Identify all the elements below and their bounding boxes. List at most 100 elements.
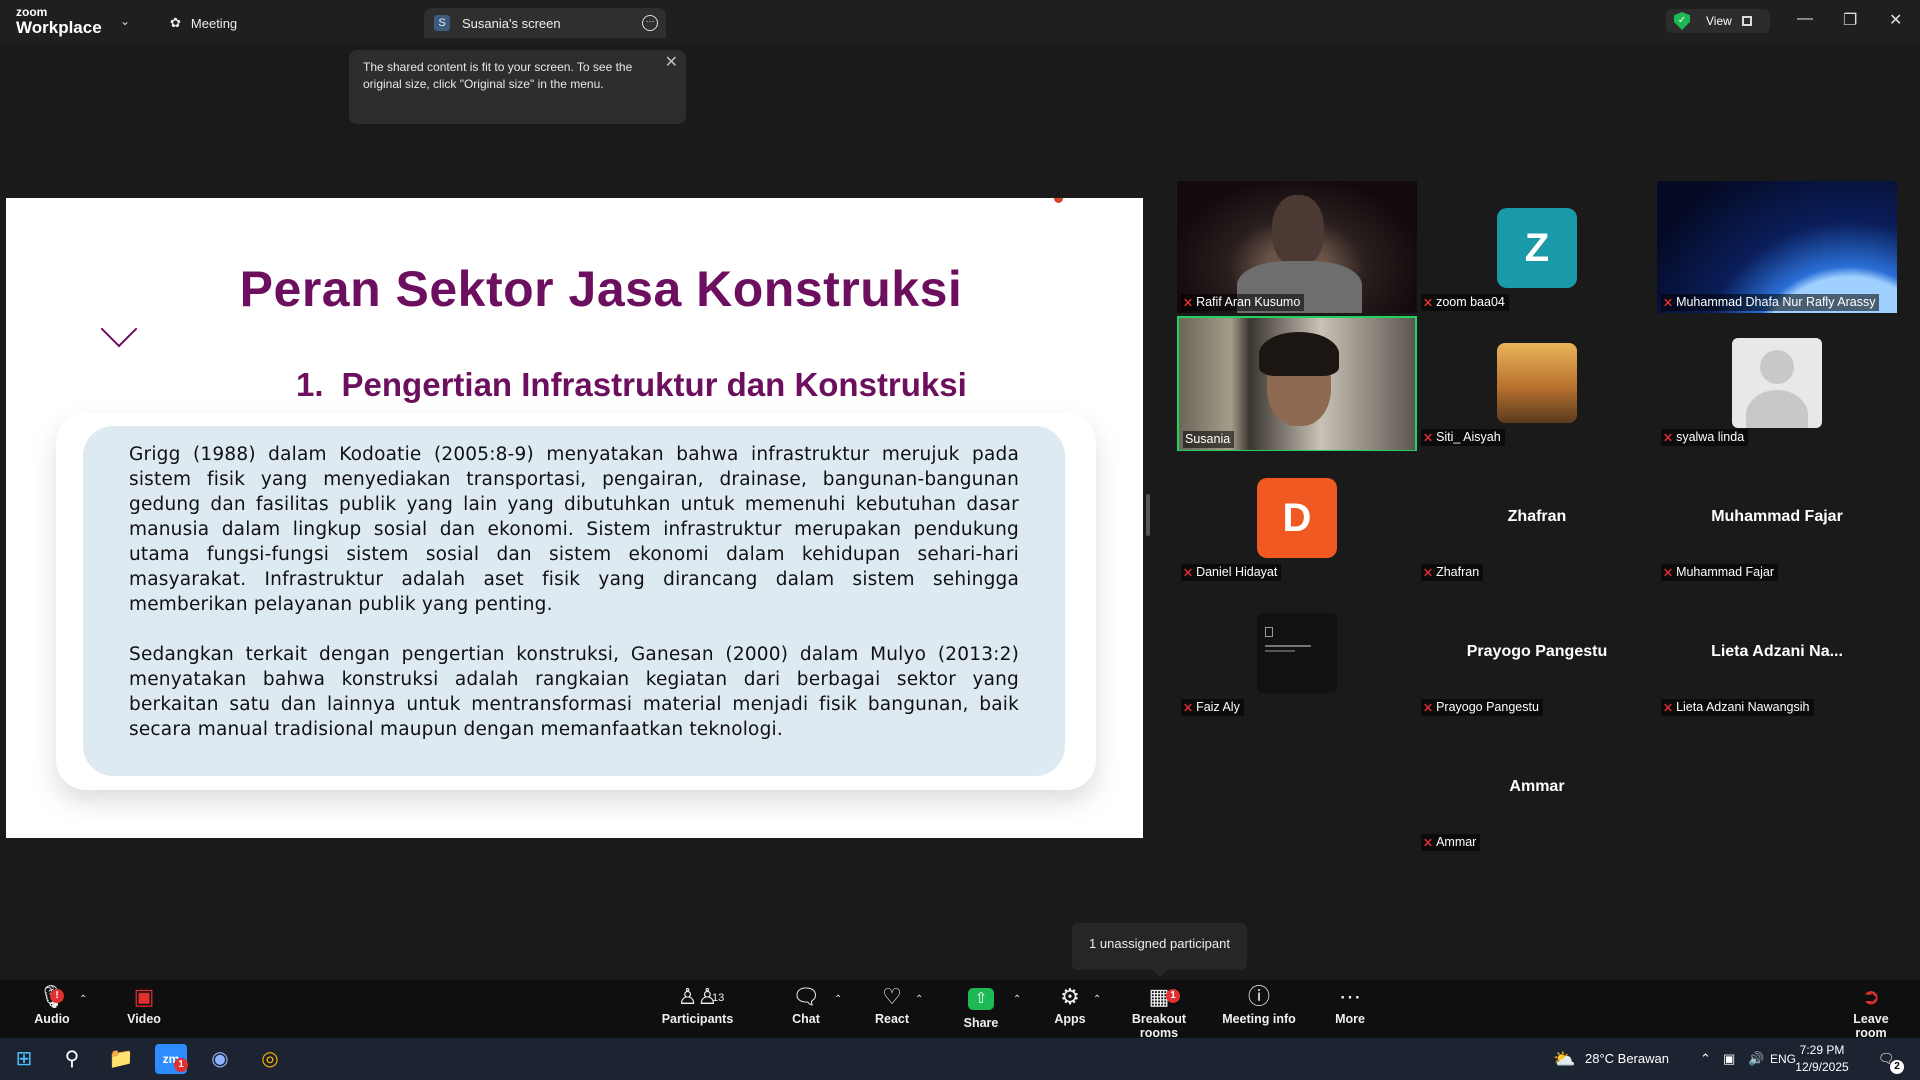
video-off-icon: ▣	[133, 984, 155, 1009]
participant-name-label: ⨯ Faiz Aly	[1181, 699, 1244, 716]
participant-name-label: ⨯ Rafif Aran Kusumo	[1181, 294, 1305, 311]
leave-door-icon: ➲	[1861, 984, 1881, 1009]
mic-off-icon: ⨯	[1663, 295, 1674, 309]
apps-button[interactable]: ⚙ Apps	[1050, 980, 1090, 1038]
meeting-info-button[interactable]: ⓘ Meeting info	[1222, 980, 1296, 1038]
system-clock[interactable]: 7:29 PM 12/9/2025	[1786, 1042, 1858, 1076]
paw-icon: ✿	[170, 15, 181, 30]
audio-warning-badge: !	[50, 989, 64, 1003]
chat-options-caret-icon[interactable]: ⌃	[834, 994, 842, 1005]
mic-off-icon: ⨯	[1183, 565, 1194, 579]
participant-name-label: ⨯ Muhammad Dhafa Nur Rafly Arassy	[1661, 294, 1880, 311]
participant-name-label: ⨯ Zhafran	[1421, 564, 1484, 581]
chrome-icon[interactable]: ◎	[254, 1044, 286, 1074]
slide-title: Peran Sektor Jasa Konstruksi	[239, 261, 963, 317]
default-avatar-icon	[1732, 338, 1822, 428]
participant-tile[interactable]: Zhafran ⨯ Zhafran	[1417, 451, 1657, 583]
shared-screen-area: Peran Sektor Jasa Konstruksi 1. Pengertia…	[0, 44, 1150, 980]
restore-icon[interactable]: ❐	[1843, 10, 1857, 30]
participant-name-label: ⨯ syalwa linda	[1661, 429, 1749, 446]
participant-display-name: Lieta Adzani Na...	[1711, 643, 1843, 660]
sharer-avatar: S	[434, 15, 450, 31]
fit-to-screen-notice: The shared content is fit to your screen…	[349, 50, 686, 124]
minimize-icon[interactable]: —	[1797, 10, 1813, 28]
tab-meeting[interactable]: ✿ Meeting	[170, 8, 237, 38]
react-button[interactable]: ♡ React	[871, 980, 913, 1038]
zoom-meeting-window: zoom Workplace ⌄ ✿ Meeting S Susania's s…	[0, 0, 1920, 1080]
zoom-taskbar-badge: 1	[174, 1058, 188, 1072]
participant-tile[interactable]: ⨯ Rafif Aran Kusumo	[1177, 181, 1417, 313]
video-button[interactable]: ▣ Video	[116, 980, 172, 1038]
mic-off-icon: ⨯	[1423, 565, 1434, 579]
participant-name-label: ⨯ Muhammad Fajar	[1661, 564, 1779, 581]
participant-tile[interactable]: ⨯ Muhammad Dhafa Nur Rafly Arassy	[1657, 181, 1897, 313]
participant-hair	[1259, 332, 1339, 376]
more-dots-icon: ⋯	[1339, 984, 1361, 1009]
document-icon	[1265, 627, 1273, 637]
weather-label[interactable]: 28°C Berawan	[1585, 1038, 1669, 1080]
panel-resize-handle[interactable]	[1146, 494, 1150, 536]
participant-name-label: Susania	[1183, 431, 1235, 448]
file-explorer-icon[interactable]: 📁	[105, 1044, 137, 1074]
participant-tile[interactable]: Z ⨯ zoom baa04	[1417, 181, 1657, 313]
volume-icon[interactable]: 🔊	[1748, 1038, 1764, 1080]
participant-tile[interactable]: Ammar ⨯ Ammar	[1417, 721, 1657, 853]
search-icon[interactable]: ⚲	[56, 1044, 88, 1074]
close-icon[interactable]: ✕	[665, 54, 678, 71]
title-bar: zoom Workplace ⌄ ✿ Meeting S Susania's s…	[0, 0, 1920, 44]
heart-icon: ♡	[882, 984, 902, 1009]
more-button[interactable]: ⋯ More	[1330, 980, 1370, 1038]
view-button[interactable]: ✓ View	[1666, 9, 1770, 33]
more-options-icon[interactable]: ···	[642, 15, 658, 31]
react-options-caret-icon[interactable]: ⌃	[915, 994, 923, 1005]
apps-options-caret-icon[interactable]: ⌃	[1093, 994, 1101, 1005]
info-icon: ⓘ	[1247, 984, 1270, 1009]
avatar: D	[1257, 478, 1337, 558]
mic-off-icon: ⨯	[1423, 835, 1434, 849]
audio-button[interactable]: 🎙 Audio !	[24, 980, 80, 1038]
camera-app-icon[interactable]: ◉	[204, 1044, 236, 1074]
network-icon[interactable]: ▣	[1723, 1038, 1735, 1080]
share-button[interactable]: ⇧ Share	[958, 980, 1004, 1038]
breakout-notification-badge: 1	[1166, 989, 1180, 1003]
participant-name-label: ⨯ Prayogo Pangestu	[1421, 699, 1543, 716]
breakout-rooms-icon: ▦	[1148, 984, 1170, 1009]
participant-tile[interactable]: ⨯ Faiz Aly	[1177, 586, 1417, 718]
paragraph-infrastructure: Grigg (1988) dalam Kodoatie (2005:8-9) m…	[129, 444, 1019, 615]
participant-face	[1272, 195, 1324, 267]
participant-tile[interactable]: D ⨯ Daniel Hidayat	[1177, 451, 1417, 583]
mic-off-icon: ⨯	[1423, 295, 1434, 309]
notification-icon[interactable]: 🗨	[1878, 1038, 1895, 1080]
breakout-rooms-button[interactable]: ▦ Breakout rooms 1	[1113, 980, 1205, 1040]
chat-button[interactable]: 🗨 Chat	[786, 980, 826, 1038]
slide-subtitle: 1. Pengertian Infrastruktur dan Konstruks…	[296, 366, 967, 403]
pointer-dot	[1054, 198, 1063, 203]
chat-bubble-icon: 🗨	[792, 984, 820, 1009]
participant-name-label: ⨯ Daniel Hidayat	[1181, 564, 1282, 581]
participant-tile[interactable]: Muhammad Fajar ⨯ Muhammad Fajar	[1657, 451, 1897, 583]
unassigned-participant-tooltip[interactable]: 1 unassigned participant	[1072, 923, 1247, 977]
participants-button[interactable]: ♙♙ Participants 13	[660, 980, 735, 1038]
apps-icon: ⚙	[1060, 984, 1080, 1009]
participant-display-name: Ammar	[1509, 778, 1565, 795]
windows-taskbar: ⊞ ⚲ 📁 zm 1 ◉ ◎ ⛅ 28°C Berawan ⌃ ▣ 🔊 ENG …	[0, 1038, 1920, 1080]
active-speaker-tile[interactable]: Susania	[1177, 316, 1417, 452]
participant-tile[interactable]: Lieta Adzani Na... ⨯ Lieta Adzani Nawangs…	[1657, 586, 1897, 718]
mic-off-icon: ⨯	[1663, 565, 1674, 579]
participant-tile[interactable]: ⨯ Siti_ Aisyah	[1417, 316, 1657, 448]
participant-tile[interactable]: Prayogo Pangestu ⨯ Prayogo Pangestu	[1417, 586, 1657, 718]
zoom-workplace-logo[interactable]: zoom Workplace	[16, 6, 102, 36]
participant-tile[interactable]: ⨯ syalwa linda	[1657, 316, 1897, 448]
participant-display-name: Muhammad Fajar	[1711, 508, 1843, 525]
leave-room-button[interactable]: ➲ Leave room	[1836, 980, 1906, 1040]
tray-chevron-icon[interactable]: ⌃	[1700, 1038, 1711, 1080]
tab-shared-screen[interactable]: S Susania's screen ···	[424, 8, 666, 38]
audio-options-caret-icon[interactable]: ⌃	[79, 994, 87, 1005]
mic-off-icon: ⨯	[1183, 700, 1194, 714]
close-window-icon[interactable]: ✕	[1889, 10, 1902, 30]
windows-start-icon[interactable]: ⊞	[8, 1044, 40, 1074]
share-options-caret-icon[interactable]: ⌃	[1013, 994, 1021, 1005]
paragraph-construction: Sedangkan terkait dengan pengertian kons…	[129, 644, 1019, 740]
mic-off-icon: ⨯	[1423, 430, 1434, 444]
chevron-down-icon[interactable]: ⌄	[120, 14, 130, 28]
